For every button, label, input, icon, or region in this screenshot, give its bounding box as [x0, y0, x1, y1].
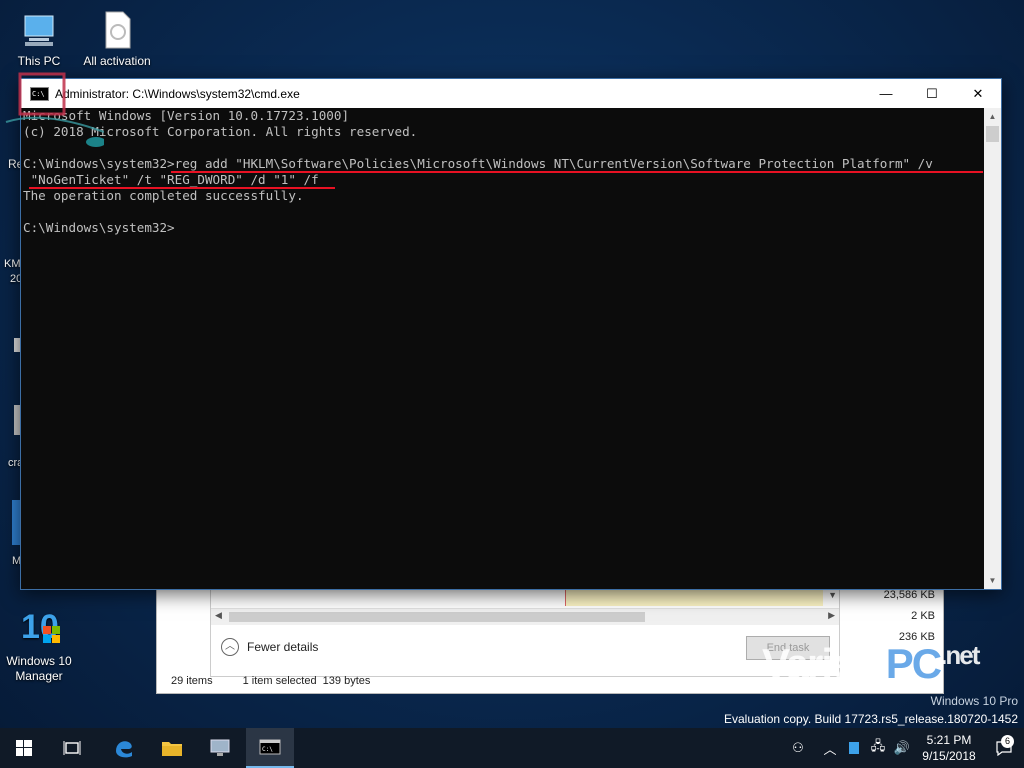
watermark-brand-b: PC [885, 640, 942, 687]
console-line: The operation completed successfully. [23, 188, 304, 203]
scroll-down-arrow[interactable]: ▼ [828, 590, 837, 600]
control-panel-taskbar-button[interactable] [196, 728, 244, 768]
computer-icon [19, 10, 59, 50]
volume-icon[interactable]: 🔊 [890, 728, 914, 768]
desktop-icon-label: All activation [83, 54, 151, 68]
maximize-button[interactable]: ☐ [909, 79, 955, 108]
task-view-icon [63, 741, 81, 755]
watermark-brand-a: Variety [762, 640, 888, 687]
clock[interactable]: 5:21 PM 9/15/2018 [914, 732, 984, 764]
svg-text:C:\: C:\ [262, 746, 273, 753]
scroll-thumb[interactable] [229, 612, 645, 622]
status-bar: 29 items 1 item selected 139 bytes [171, 675, 370, 687]
windows-logo-icon [16, 740, 32, 756]
close-button[interactable]: ✕ [955, 79, 1001, 108]
scroll-left-arrow[interactable]: ◀ [215, 610, 222, 621]
action-center-button[interactable]: 6 [984, 735, 1024, 756]
console-line: C:\Windows\system32> [23, 220, 175, 235]
evaluation-copy-text: Evaluation copy. Build 17723.rs5_release… [724, 712, 1018, 726]
windows-edition: Windows 10 Pro [930, 694, 1018, 708]
tray-app-icon[interactable] [842, 728, 866, 768]
clock-time: 5:21 PM [926, 733, 972, 747]
task-manager-list: ▼ ◀ ▶ ︿ Fewer details End task [210, 587, 840, 677]
fewer-details-button[interactable]: ︿ Fewer details [221, 638, 318, 656]
file-explorer-taskbar-button[interactable] [148, 728, 196, 768]
taskbar: C:\ ⚇ ︿ 🖧 🔊 5:21 PM 9/15/2018 6 [0, 728, 1024, 768]
network-icon[interactable]: 🖧 [866, 728, 890, 768]
file-icon [97, 10, 137, 50]
cmd-window[interactable]: C:\ Administrator: C:\Windows\system32\c… [20, 78, 1002, 590]
scroll-down-arrow[interactable]: ▼ [984, 572, 1001, 589]
start-button[interactable] [0, 728, 48, 768]
notification-badge: 6 [1001, 735, 1014, 748]
system-tray: ⚇ ︿ 🖧 🔊 5:21 PM 9/15/2018 6 [786, 728, 1024, 768]
size-value: 23,586 KB [883, 589, 935, 601]
item-count: 29 items [171, 675, 213, 687]
watermark-brand-c: .net [940, 640, 980, 670]
cmd-taskbar-button[interactable]: C:\ [246, 728, 294, 768]
cmd-titlebar[interactable]: C:\ Administrator: C:\Windows\system32\c… [21, 79, 1001, 108]
chevron-up-icon: ︿ [221, 638, 239, 656]
console-line: C:\Windows\system32>reg add "HKLM\Softwa… [23, 156, 933, 171]
divider [565, 588, 566, 606]
clock-date: 9/15/2018 [922, 749, 976, 763]
desktop-icon-label: This PC [17, 54, 61, 68]
desktop-icon-windows10-manager[interactable]: 10 Windows 10 Manager [2, 600, 76, 684]
minimize-button[interactable]: — [863, 79, 909, 108]
cmd-console[interactable]: Microsoft Windows [Version 10.0.17723.10… [21, 108, 983, 589]
edge-taskbar-button[interactable] [100, 728, 148, 768]
console-line: "NoGenTicket" /t "REG_DWORD" /d "1" /f [23, 172, 319, 187]
task-view-button[interactable] [48, 728, 96, 768]
varietypc-logo [4, 70, 106, 150]
desktop-icon-label: Windows 10 Manager [6, 654, 72, 683]
size-value: 2 KB [911, 610, 935, 622]
scroll-right-arrow[interactable]: ▶ [828, 610, 835, 621]
selection-info: 1 item selected 139 bytes [242, 675, 371, 687]
desktop-icon-all-activation[interactable]: All activation [80, 10, 154, 68]
people-icon[interactable]: ⚇ [786, 728, 810, 768]
scroll-thumb[interactable] [986, 126, 999, 142]
vertical-scrollbar[interactable]: ▲ ▼ [984, 108, 1001, 589]
desktop-partial-label: KM [4, 258, 21, 270]
highlight-underline [171, 171, 983, 173]
windows10-manager-icon: 10 [15, 600, 63, 650]
cpu-column-highlight [565, 588, 823, 606]
chevron-up-icon[interactable]: ︿ [818, 728, 842, 768]
monitor-icon [210, 739, 230, 756]
cmd-icon: C:\ [259, 739, 281, 755]
scroll-up-arrow[interactable]: ▲ [984, 108, 1001, 125]
highlight-underline [29, 187, 335, 189]
folder-icon [162, 742, 182, 756]
edge-icon [116, 741, 132, 758]
desktop-icon-this-pc[interactable]: This PC [2, 10, 76, 68]
horizontal-scrollbar[interactable]: ◀ ▶ [211, 608, 839, 625]
varietypc-watermark: VarietyPC.net [762, 640, 1024, 702]
fewer-details-label: Fewer details [247, 640, 319, 654]
